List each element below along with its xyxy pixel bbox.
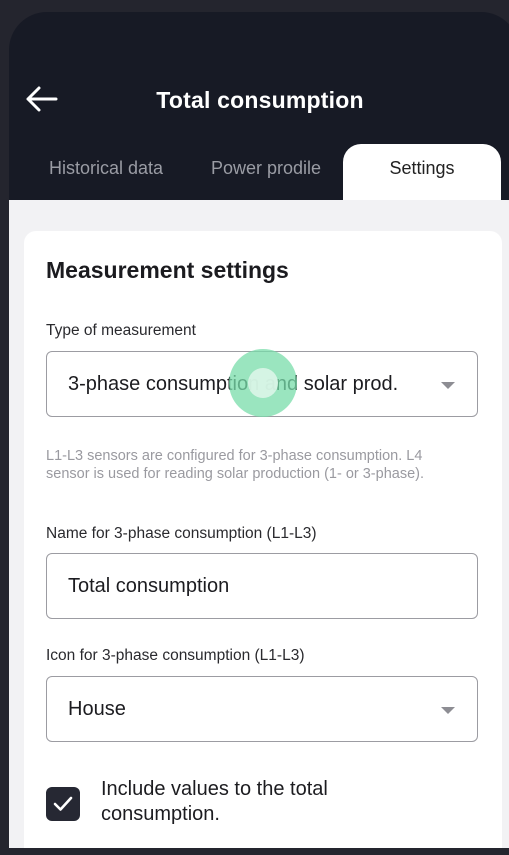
touch-indicator xyxy=(229,349,297,417)
content-area: Measurement settings Type of measurement… xyxy=(9,200,509,848)
include-total-label[interactable]: Include values to the total consumption. xyxy=(101,777,401,827)
tab-historical-data[interactable]: Historical data xyxy=(31,144,181,200)
touch-indicator-center xyxy=(248,368,278,398)
measurement-type-help: L1-L3 sensors are configured for 3-phase… xyxy=(46,448,424,482)
check-icon xyxy=(53,796,73,811)
name-field-label: Name for 3-phase consumption (L1-L3) xyxy=(46,525,317,542)
tab-bar: Historical data Power prodile Settings xyxy=(9,144,509,200)
tab-settings[interactable]: Settings xyxy=(343,144,501,200)
measurement-type-label: Type of measurement xyxy=(46,322,196,339)
caret-down-icon xyxy=(441,382,455,389)
caret-down-icon xyxy=(441,707,455,714)
phone-screen: Total consumption Historical data Power … xyxy=(9,12,509,848)
app-bar: Total consumption Historical data Power … xyxy=(9,12,509,202)
card-title: Measurement settings xyxy=(46,257,289,283)
measurement-settings-card: Measurement settings Type of measurement… xyxy=(24,231,502,848)
icon-select[interactable]: House xyxy=(46,676,478,742)
tab-power-profile[interactable]: Power prodile xyxy=(199,144,333,200)
icon-field-label: Icon for 3-phase consumption (L1-L3) xyxy=(46,647,305,664)
include-total-checkbox[interactable] xyxy=(46,787,80,821)
name-input[interactable]: Total consumption xyxy=(46,553,478,619)
icon-select-value: House xyxy=(68,698,126,720)
name-input-value: Total consumption xyxy=(68,575,230,597)
page-title: Total consumption xyxy=(156,87,364,113)
